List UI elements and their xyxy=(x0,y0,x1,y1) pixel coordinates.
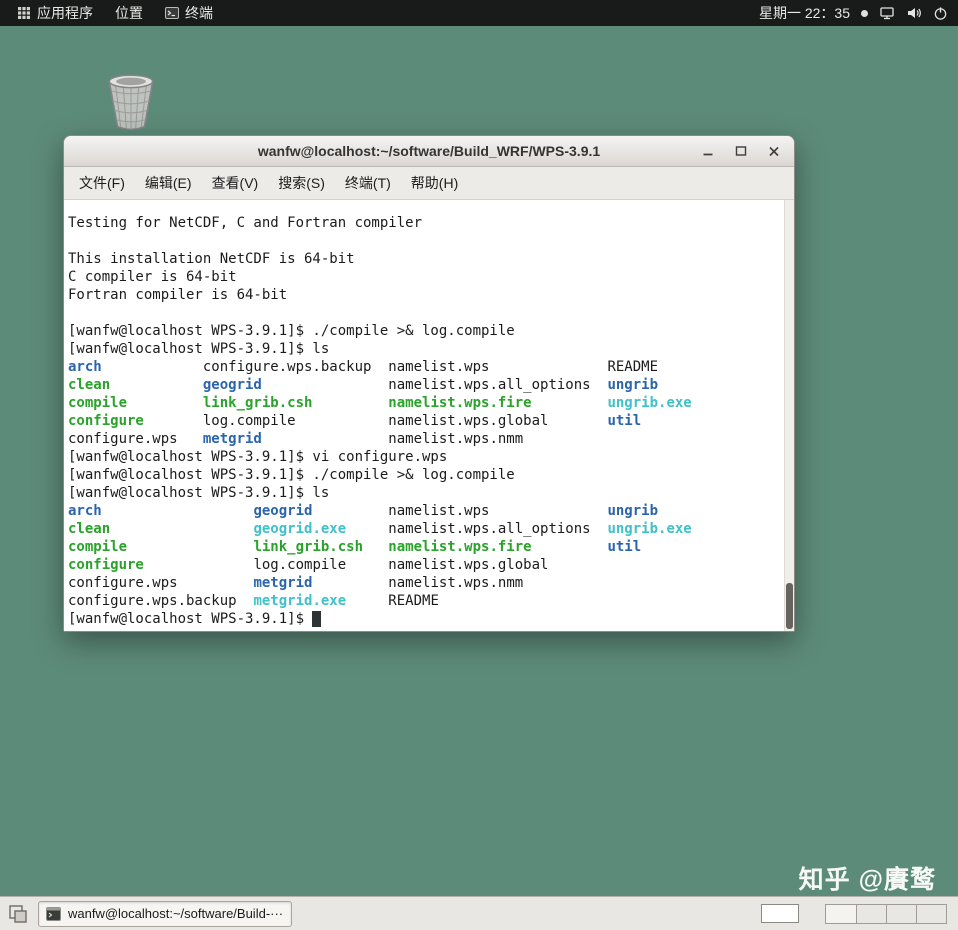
menu-applications-label: 应用程序 xyxy=(37,5,93,21)
terminal-line: [wanfw@localhost WPS-3.9.1]$ ./compile >… xyxy=(68,323,515,339)
terminal-line: C compiler is 64-bit xyxy=(68,269,237,285)
volume-icon[interactable] xyxy=(906,5,922,21)
scrollbar[interactable] xyxy=(784,200,794,631)
terminal-line: configure log.compile namelist.wps.globa… xyxy=(68,557,549,573)
terminal-window: wanfw@localhost:~/software/Build_WRF/WPS… xyxy=(63,135,795,632)
panel-status-area: 星期一 22：35 xyxy=(759,3,952,23)
close-button[interactable] xyxy=(762,140,786,162)
terminal-line: compile link_grib.csh namelist.wps.fire … xyxy=(68,395,692,411)
network-icon[interactable] xyxy=(879,5,895,21)
terminal-line: [wanfw@localhost WPS-3.9.1]$ ls xyxy=(68,341,330,357)
terminal-line: configure.wps metgrid namelist.wps.nmm xyxy=(68,575,524,591)
terminal-line: clean geogrid.exe namelist.wps.all_optio… xyxy=(68,521,692,537)
tray-applet[interactable] xyxy=(761,904,799,923)
close-icon xyxy=(769,146,779,157)
taskbar-window-label: wanfw@localhost:~/software/Build-··· xyxy=(68,906,284,921)
menu-search[interactable]: 搜索(S) xyxy=(268,168,335,198)
show-desktop-button[interactable] xyxy=(7,903,29,925)
workspace-2[interactable] xyxy=(856,904,886,923)
minimize-button[interactable] xyxy=(696,140,720,162)
menu-places-label: 位置 xyxy=(115,5,143,21)
power-icon[interactable] xyxy=(933,6,948,21)
workspace-3[interactable] xyxy=(886,904,916,923)
terminal-lines: Testing for NetCDF, C and Fortran compil… xyxy=(68,214,782,628)
taskbar-window-button[interactable]: wanfw@localhost:~/software/Build-··· xyxy=(38,900,292,927)
maximize-icon xyxy=(735,146,747,156)
menu-terminal[interactable]: 终端(T) xyxy=(335,168,401,198)
workspace-1[interactable] xyxy=(826,904,856,923)
show-desktop-icon xyxy=(9,904,27,923)
terminal-cursor xyxy=(312,611,321,627)
terminal-line: [wanfw@localhost WPS-3.9.1]$ ./compile >… xyxy=(68,467,515,483)
clock[interactable]: 星期一 22：35 xyxy=(759,3,850,23)
scrollbar-thumb[interactable] xyxy=(786,583,793,629)
watermark: 知乎 @賡鹜 xyxy=(798,866,936,894)
terminal-menubar: 文件(F) 编辑(E) 查看(V) 搜索(S) 终端(T) 帮助(H) xyxy=(64,167,794,200)
top-panel: 应用程序 位置 终端 星期一 22：35 xyxy=(0,0,958,26)
menu-terminal[interactable]: 终端 xyxy=(154,0,224,26)
terminal-line: [wanfw@localhost WPS-3.9.1]$ vi configur… xyxy=(68,449,448,465)
notification-dot-icon xyxy=(861,9,868,17)
trash-icon[interactable] xyxy=(98,68,164,134)
menu-terminal-label: 终端 xyxy=(185,5,213,21)
workspace-4[interactable] xyxy=(916,904,946,923)
terminal-line: compile link_grib.csh namelist.wps.fire … xyxy=(68,539,642,555)
workspace-switcher xyxy=(825,903,947,924)
menu-file[interactable]: 文件(F) xyxy=(69,168,135,198)
taskbar-tray xyxy=(761,903,947,924)
window-titlebar[interactable]: wanfw@localhost:~/software/Build_WRF/WPS… xyxy=(64,136,794,167)
terminal-line: configure.wps.backup metgrid.exe README xyxy=(68,593,439,609)
terminal-line: Testing for NetCDF, C and Fortran compil… xyxy=(68,215,423,231)
terminal-line: configure.wps metgrid namelist.wps.nmm xyxy=(68,431,524,447)
taskbar: wanfw@localhost:~/software/Build-··· xyxy=(0,896,958,930)
desktop[interactable]: wanfw@localhost:~/software/Build_WRF/WPS… xyxy=(0,26,958,896)
terminal-line: clean geogrid namelist.wps.all_options u… xyxy=(68,377,659,393)
terminal-line: [wanfw@localhost WPS-3.9.1]$ xyxy=(68,610,782,628)
applications-icon xyxy=(17,6,31,20)
terminal-line: configure log.compile namelist.wps.globa… xyxy=(68,413,642,429)
menu-applications[interactable]: 应用程序 xyxy=(6,0,104,26)
terminal-icon xyxy=(46,906,61,921)
menu-edit[interactable]: 编辑(E) xyxy=(135,168,202,198)
menu-view[interactable]: 查看(V) xyxy=(202,168,269,198)
minimize-icon xyxy=(703,153,713,156)
terminal-line: Fortran compiler is 64-bit xyxy=(68,287,288,303)
terminal-icon xyxy=(165,6,179,20)
panel-menus: 应用程序 位置 终端 xyxy=(6,0,224,26)
menu-help[interactable]: 帮助(H) xyxy=(401,168,468,198)
menu-places[interactable]: 位置 xyxy=(104,0,154,26)
terminal-line: This installation NetCDF is 64-bit xyxy=(68,251,355,267)
terminal-line: [wanfw@localhost WPS-3.9.1]$ ls xyxy=(68,485,330,501)
window-title: wanfw@localhost:~/software/Build_WRF/WPS… xyxy=(257,143,601,159)
terminal-output[interactable]: Testing for NetCDF, C and Fortran compil… xyxy=(64,200,794,631)
maximize-button[interactable] xyxy=(729,140,753,162)
window-controls xyxy=(696,136,786,166)
terminal-line: arch configure.wps.backup namelist.wps R… xyxy=(68,359,659,375)
terminal-line: arch geogrid namelist.wps ungrib xyxy=(68,503,659,519)
